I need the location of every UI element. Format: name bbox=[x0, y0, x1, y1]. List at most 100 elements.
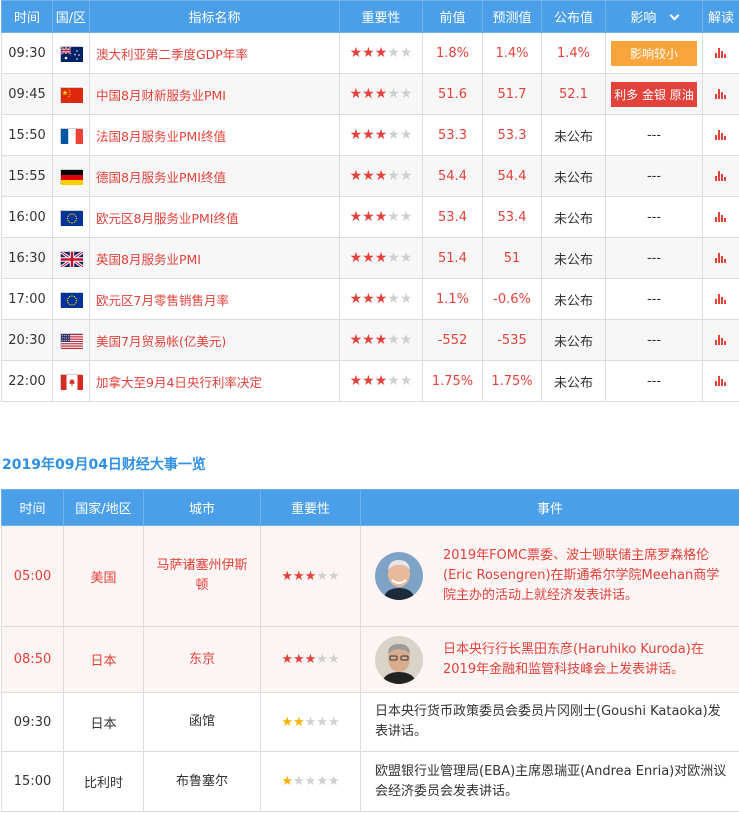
row-analysis[interactable] bbox=[702, 73, 739, 115]
row-forecast: -535 bbox=[482, 319, 542, 361]
indicator-link[interactable]: 中国8月财新服务业PMI bbox=[89, 73, 340, 115]
row-actual: 未公布 bbox=[541, 319, 606, 361]
row-analysis[interactable] bbox=[702, 278, 739, 320]
star-filled-icon: ★ bbox=[362, 250, 375, 266]
star-empty-icon: ★ bbox=[399, 127, 413, 143]
event-city: 布鲁塞尔 bbox=[143, 751, 261, 812]
importance-stars: ★★★★★ bbox=[339, 196, 423, 238]
evt-col-country: 国家/地区 bbox=[63, 489, 144, 526]
row-flag bbox=[52, 114, 90, 156]
event-row: 09:30 日本 函馆 ★★★★★ 日本央行货币政策委员会委员片冈刚士(Gous… bbox=[1, 692, 739, 752]
calendar-header-row: 时间 国/区 指标名称 重要性 前值 预测值 公布值 影响 解读 bbox=[1, 0, 739, 33]
bar-chart-icon[interactable] bbox=[715, 171, 727, 181]
bar-chart-icon[interactable] bbox=[715, 376, 727, 386]
bar-chart-icon[interactable] bbox=[715, 48, 727, 58]
star-empty-icon: ★ bbox=[387, 86, 400, 102]
star-filled-icon: ★ bbox=[293, 714, 305, 730]
rosengren-avatar bbox=[375, 552, 423, 600]
star-filled-icon: ★ bbox=[349, 168, 363, 184]
row-actual: 52.1 bbox=[541, 73, 606, 115]
indicator-link[interactable]: 美国7月贸易帐(亿美元) bbox=[89, 319, 340, 361]
star-filled-icon: ★ bbox=[349, 291, 363, 307]
star-filled-icon: ★ bbox=[293, 652, 305, 667]
row-analysis[interactable] bbox=[702, 196, 739, 238]
event-city: 马萨诸塞州伊斯顿 bbox=[143, 525, 261, 627]
canada-flag-icon bbox=[60, 373, 83, 390]
usa-flag-icon bbox=[60, 332, 83, 349]
star-empty-icon: ★ bbox=[399, 373, 413, 389]
indicator-link[interactable]: 法国8月服务业PMI终值 bbox=[89, 114, 340, 156]
row-analysis[interactable] bbox=[702, 319, 739, 361]
star-empty-icon: ★ bbox=[327, 774, 340, 789]
impact-text: --- bbox=[646, 250, 662, 266]
row-flag bbox=[52, 155, 90, 197]
star-empty-icon: ★ bbox=[387, 373, 400, 389]
col-impact[interactable]: 影响 bbox=[605, 0, 703, 33]
event-cell: 日本央行货币政策委员会委员片冈刚士(Goushi Kataoka)发表讲话。 bbox=[360, 692, 739, 752]
calendar-row: 09:45 中国8月财新服务业PMI ★★★★★ 51.6 51.7 52.1 … bbox=[1, 73, 739, 115]
row-analysis[interactable] bbox=[702, 237, 739, 279]
importance-stars: ★★★★★ bbox=[339, 73, 423, 115]
star-filled-icon: ★ bbox=[362, 291, 375, 307]
row-forecast: 1.75% bbox=[482, 360, 542, 402]
indicator-link[interactable]: 英国8月服务业PMI bbox=[89, 237, 340, 279]
star-filled-icon: ★ bbox=[349, 332, 363, 348]
indicator-link[interactable]: 澳大利亚第二季度GDP年率 bbox=[89, 32, 340, 74]
star-empty-icon: ★ bbox=[387, 250, 400, 266]
row-analysis[interactable] bbox=[702, 32, 739, 74]
bar-chart-icon[interactable] bbox=[715, 253, 727, 263]
row-actual: 未公布 bbox=[541, 196, 606, 238]
row-prev: 1.75% bbox=[422, 360, 483, 402]
calendar-row: 20:30 美国7月贸易帐(亿美元) ★★★★★ -552 -535 未公布 -… bbox=[1, 319, 739, 361]
col-forecast: 预测值 bbox=[482, 0, 542, 33]
star-empty-icon: ★ bbox=[304, 714, 317, 730]
row-prev: -552 bbox=[422, 319, 483, 361]
star-filled-icon: ★ bbox=[374, 127, 388, 143]
star-filled-icon: ★ bbox=[362, 209, 375, 225]
indicator-link[interactable]: 加拿大至9月4日央行利率决定 bbox=[89, 360, 340, 402]
star-filled-icon: ★ bbox=[362, 127, 375, 143]
row-analysis[interactable] bbox=[702, 114, 739, 156]
event-description: 日本央行货币政策委员会委员片冈刚士(Goushi Kataoka)发表讲话。 bbox=[375, 704, 721, 739]
star-empty-icon: ★ bbox=[327, 714, 340, 730]
star-filled-icon: ★ bbox=[374, 291, 388, 307]
event-country: 美国 bbox=[63, 525, 144, 627]
bar-chart-icon[interactable] bbox=[715, 89, 727, 99]
chevron-down-icon[interactable] bbox=[669, 10, 680, 21]
row-actual: 未公布 bbox=[541, 278, 606, 320]
event-row: 08:50 日本 东京 ★★★★★ 日本央行行长黑田东彦(Haruhiko Ku… bbox=[1, 626, 739, 693]
row-analysis[interactable] bbox=[702, 155, 739, 197]
bar-chart-icon[interactable] bbox=[715, 212, 727, 222]
star-empty-icon: ★ bbox=[387, 168, 400, 184]
indicator-link[interactable]: 德国8月服务业PMI终值 bbox=[89, 155, 340, 197]
row-time: 16:30 bbox=[1, 237, 53, 279]
row-impact: --- bbox=[605, 155, 703, 197]
calendar-row: 16:30 英国8月服务业PMI ★★★★★ 51.4 51 未公布 --- bbox=[1, 237, 739, 279]
star-filled-icon: ★ bbox=[281, 568, 294, 584]
bar-chart-icon[interactable] bbox=[715, 294, 727, 304]
row-analysis[interactable] bbox=[702, 360, 739, 402]
eu-flag-icon bbox=[60, 291, 83, 308]
star-filled-icon: ★ bbox=[374, 86, 388, 102]
event-description: 日本央行行长黑田东彦(Haruhiko Kuroda)在2019年金融和监管科技… bbox=[443, 641, 704, 677]
indicator-link[interactable]: 欧元区7月零售销售月率 bbox=[89, 278, 340, 320]
evt-col-time: 时间 bbox=[1, 489, 64, 526]
row-actual: 未公布 bbox=[541, 155, 606, 197]
event-cell: 2019年FOMC票委、波士顿联储主席罗森格伦(Eric Rosengren)在… bbox=[360, 525, 739, 627]
star-empty-icon: ★ bbox=[387, 45, 400, 61]
evt-col-importance: 重要性 bbox=[260, 489, 361, 526]
importance-stars: ★★★★★ bbox=[339, 114, 423, 156]
event-city: 东京 bbox=[143, 626, 261, 693]
row-prev: 54.4 bbox=[422, 155, 483, 197]
bar-chart-icon[interactable] bbox=[715, 335, 727, 345]
row-time: 09:30 bbox=[1, 32, 53, 74]
col-analysis: 解读 bbox=[702, 0, 739, 33]
row-forecast: 54.4 bbox=[482, 155, 542, 197]
indicator-link[interactable]: 欧元区8月服务业PMI终值 bbox=[89, 196, 340, 238]
col-time: 时间 bbox=[1, 0, 53, 33]
bar-chart-icon[interactable] bbox=[715, 130, 727, 140]
row-impact: --- bbox=[605, 196, 703, 238]
row-prev: 1.8% bbox=[422, 32, 483, 74]
impact-text: --- bbox=[646, 127, 662, 143]
impact-badge: 影响较小 bbox=[611, 40, 697, 66]
